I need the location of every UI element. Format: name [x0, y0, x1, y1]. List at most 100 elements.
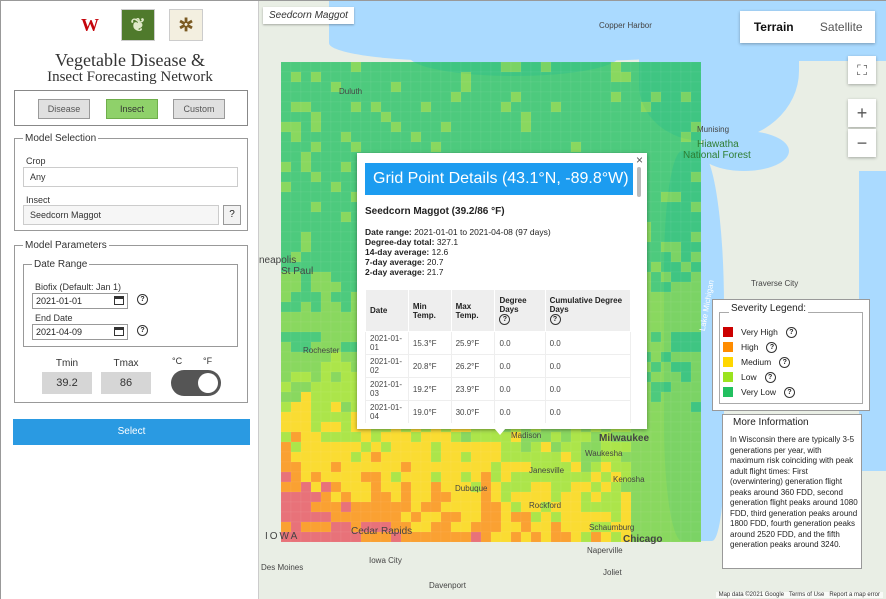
stat-label: 2-day average: [365, 267, 425, 277]
degree-day-table-wrap[interactable]: Date Min Temp. Max Temp. Degree Days? Cu… [365, 289, 635, 423]
place-label: Joliet [603, 568, 622, 577]
attribution-data: Map data ©2021 Google [718, 592, 785, 598]
fullscreen-icon[interactable]: ⛶ [848, 56, 876, 84]
legend-label: Very High [741, 327, 778, 337]
popup-scrollbar[interactable] [637, 167, 641, 197]
help-icon[interactable]: ? [783, 386, 795, 398]
model-selection-legend: Model Selection [25, 133, 97, 144]
table-cell: 0.0 [494, 331, 546, 355]
select-button[interactable]: Select [13, 419, 250, 445]
stat-2-day-average: 2-day average: 21.7 [365, 267, 551, 277]
terms-link[interactable]: Terms of Use [789, 592, 824, 598]
legend-swatch [723, 357, 733, 367]
app-title-line2: Insect Forecasting Network [47, 69, 213, 85]
tmax-label: Tmax [113, 358, 139, 369]
end-date-label: End Date [35, 313, 73, 323]
col-label: Cumulative Degree Days [549, 296, 623, 314]
table-cell: 0.0 [494, 400, 546, 423]
close-icon[interactable]: × [636, 153, 643, 167]
insect-help-button[interactable]: ? [223, 205, 241, 225]
map-type-control: Terrain Satellite [740, 11, 875, 43]
table-cell: 0.0 [544, 331, 632, 355]
tab-custom[interactable]: Custom [173, 99, 225, 119]
fahrenheit-label: °F [203, 356, 213, 366]
help-icon[interactable]: ? [785, 326, 797, 338]
legend-label: Low [741, 372, 757, 382]
place-label: Waukesha [585, 449, 623, 458]
degree-days-help-icon[interactable]: ? [499, 314, 511, 325]
satellite-button[interactable]: Satellite [808, 11, 876, 43]
biofix-help-icon[interactable]: ? [137, 294, 148, 305]
map-attribution: Map data ©2021 Google Terms of Use Repor… [715, 592, 883, 598]
legend-title: Severity Legend: [729, 303, 809, 314]
place-label: Dubuque [455, 484, 488, 493]
end-date-input[interactable]: 2021-04-09 [32, 324, 128, 340]
col-date: Date [365, 289, 409, 332]
table-cell: 19.0°F [407, 400, 452, 423]
tmin-value: 39.2 [42, 372, 92, 394]
zoom-out-button[interactable]: − [848, 129, 876, 157]
popup-subtitle: Seedcorn Maggot (39.2/86 °F) [365, 206, 505, 217]
col-label: Degree Days [499, 296, 527, 314]
crop-select[interactable]: Any [23, 167, 238, 187]
table-cell: 2021-01-01 [365, 331, 409, 355]
table-row: 2021-01-02 20.8°F 26.2°F 0.0 0.0 [365, 354, 632, 378]
cumulative-help-icon[interactable]: ? [549, 314, 561, 325]
leaf-logo: ❦ [121, 9, 155, 41]
table-cell: 20.8°F [407, 354, 452, 378]
more-information-panel: More Information In Wisconsin there are … [722, 414, 862, 569]
grid-point-popup: × Grid Point Details (43.1°N, -89.8°W) S… [357, 153, 647, 435]
tab-disease[interactable]: Disease [38, 99, 90, 119]
table-cell: 0.0 [494, 377, 546, 401]
help-icon[interactable]: ? [779, 356, 791, 368]
help-icon[interactable]: ? [764, 371, 776, 383]
popup-pointer [494, 428, 506, 435]
calendar-icon[interactable] [114, 296, 124, 305]
place-label: neapolis [259, 255, 297, 266]
stat-label: Date range: [365, 227, 412, 237]
crop-label: Crop [26, 156, 46, 166]
legend-label: Medium [741, 357, 772, 367]
tab-insect[interactable]: Insect [106, 99, 158, 119]
unit-toggle[interactable] [171, 370, 221, 396]
help-icon[interactable]: ? [766, 341, 778, 353]
stat-label: 7-day average: [365, 257, 425, 267]
degree-day-table: Date Min Temp. Max Temp. Degree Days? Cu… [365, 289, 632, 423]
place-label: Traverse City [751, 279, 799, 288]
legend-item-medium: Medium ? [723, 356, 791, 368]
place-label: Madison [511, 431, 542, 440]
app-window: W ❦ ✲ Vegetable Disease & Insect Forecas… [0, 0, 886, 599]
table-cell: 23.9°F [450, 377, 496, 401]
report-error-link[interactable]: Report a map error [829, 592, 880, 598]
biofix-date-input[interactable]: 2021-01-01 [32, 293, 128, 309]
zoom-in-button[interactable]: + [848, 99, 876, 127]
table-cell: 25.9°F [450, 331, 496, 355]
biofix-date-value: 2021-01-01 [36, 296, 83, 306]
popup-stats: Date range: 2021-01-01 to 2021-04-08 (97… [365, 227, 551, 277]
legend-label: Very Low [741, 387, 776, 397]
end-date-help-icon[interactable]: ? [137, 325, 148, 336]
place-label: Munising [697, 125, 730, 134]
stat-label: Degree-day total: [365, 237, 435, 247]
terrain-button[interactable]: Terrain [740, 11, 808, 43]
stat-value: 327.1 [436, 237, 459, 247]
calendar-icon[interactable] [114, 327, 124, 336]
place-label: Chicago [623, 534, 663, 545]
col-min-temp: Min Temp. [407, 289, 452, 332]
stat-value: 21.7 [426, 267, 444, 277]
stat-label: 14-day average: [365, 247, 430, 257]
table-cell: 15.3°F [407, 331, 452, 355]
stat-14-day-average: 14-day average: 12.6 [365, 247, 551, 257]
place-label: Davenport [429, 581, 466, 590]
map-area[interactable]: Copper Harbor Duluth Munising Hiawatha N… [259, 1, 886, 599]
insect-select[interactable]: Seedcorn Maggot [23, 205, 219, 225]
stat-value: 12.6 [431, 247, 449, 257]
celsius-label: °C [172, 356, 183, 366]
table-cell: 30.0°F [450, 400, 496, 423]
model-parameters-legend: Model Parameters [25, 240, 107, 251]
legend-swatch [723, 327, 733, 337]
place-label: IOWA [265, 531, 300, 542]
popup-title: Grid Point Details (43.1°N, -89.8°W) [365, 163, 633, 195]
legend-item-high: High ? [723, 341, 778, 353]
logo-bar: W ❦ ✲ [73, 9, 203, 41]
